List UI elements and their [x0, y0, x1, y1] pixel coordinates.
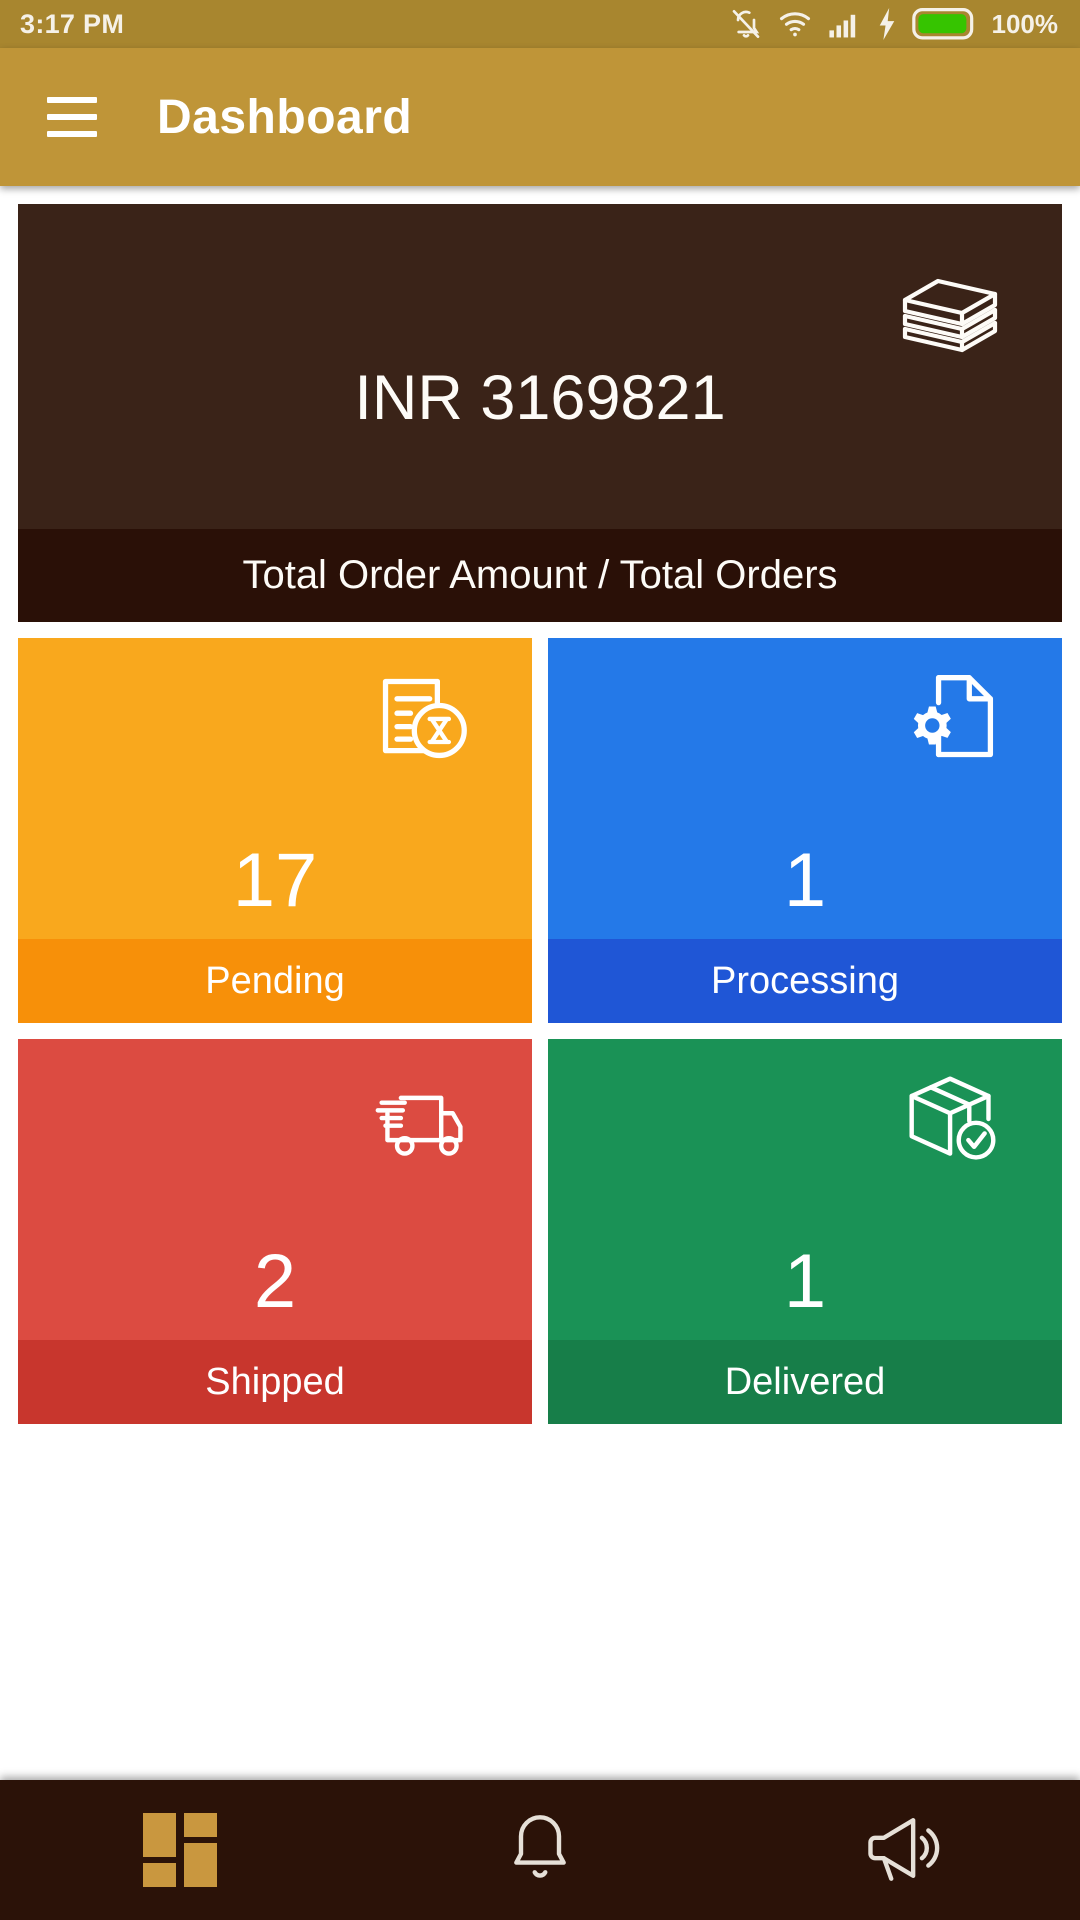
- status-bar-time: 3:17 PM: [20, 8, 125, 39]
- nav-item-announcements[interactable]: [720, 1810, 1080, 1891]
- bell-icon: [504, 1810, 576, 1891]
- dashboard-content: INR 3169821 Total Order Amount / Total O…: [0, 186, 1080, 1780]
- nav-item-notifications[interactable]: [360, 1810, 720, 1891]
- battery-icon: [911, 8, 974, 40]
- tile-processing[interactable]: 1 Processing: [548, 638, 1062, 1023]
- tile-pending-body: 17: [18, 638, 532, 939]
- status-tiles-grid: 17 Pending 1 Processing 2 Shipped 1 Deli…: [18, 638, 1062, 1424]
- tile-processing-body: 1: [548, 638, 1062, 939]
- charging-bolt-icon: [878, 8, 896, 40]
- nav-item-dashboard[interactable]: [0, 1813, 360, 1887]
- signal-bars-icon: [828, 9, 862, 39]
- megaphone-icon: [860, 1810, 940, 1891]
- delivery-truck-icon: [374, 1071, 470, 1172]
- dashboard-grid-icon: [143, 1813, 217, 1887]
- tile-delivered-count: 1: [783, 1239, 827, 1324]
- tile-processing-label: Processing: [548, 939, 1062, 1023]
- total-order-card[interactable]: INR 3169821 Total Order Amount / Total O…: [18, 204, 1062, 622]
- tile-shipped[interactable]: 2 Shipped: [18, 1039, 532, 1424]
- status-bar: 3:17 PM 100%: [0, 0, 1080, 48]
- app-bar: Dashboard: [0, 48, 1080, 186]
- total-card-body: INR 3169821: [18, 204, 1062, 529]
- money-stack-icon: [900, 254, 1000, 359]
- page-title: Dashboard: [157, 90, 413, 144]
- tile-delivered[interactable]: 1 Delivered: [548, 1039, 1062, 1424]
- bottom-navigation-bar: [0, 1780, 1080, 1920]
- total-order-card-label: Total Order Amount / Total Orders: [18, 529, 1062, 622]
- status-bar-icons: 100%: [730, 7, 1059, 41]
- tile-shipped-label: Shipped: [18, 1340, 532, 1424]
- document-hourglass-icon: [374, 670, 470, 771]
- app-screen: 3:17 PM 100% Dashboard INR 3169821 Total…: [0, 0, 1080, 1920]
- battery-percent: 100%: [991, 8, 1059, 39]
- total-order-amount-value: INR 3169821: [354, 363, 726, 433]
- tile-delivered-label: Delivered: [548, 1340, 1062, 1424]
- tile-pending-label: Pending: [18, 939, 532, 1023]
- tile-processing-count: 1: [783, 838, 827, 923]
- hamburger-menu-icon[interactable]: [47, 97, 97, 137]
- document-gear-icon: [904, 670, 1000, 771]
- tile-pending-count: 17: [232, 838, 318, 923]
- tile-delivered-body: 1: [548, 1039, 1062, 1340]
- tile-shipped-count: 2: [253, 1239, 297, 1324]
- bell-off-icon: [730, 7, 762, 41]
- tile-pending[interactable]: 17 Pending: [18, 638, 532, 1023]
- tile-shipped-body: 2: [18, 1039, 532, 1340]
- box-check-icon: [904, 1071, 1000, 1172]
- wifi-icon: [778, 9, 812, 39]
